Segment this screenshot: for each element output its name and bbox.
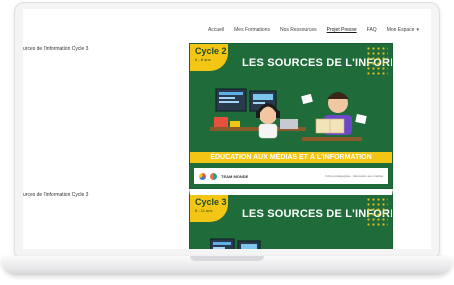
card-banner: ÉDUCATION AUX MÉDIAS ET À L'INFORMATION <box>190 152 392 163</box>
nav-item-projet-presse[interactable]: Projet Presse <box>327 27 357 33</box>
laptop-base <box>2 256 452 275</box>
cycle-badge: Cycle 3 8 - 11 ans <box>190 195 228 222</box>
chevron-down-icon: ▾ <box>416 27 419 33</box>
resource-card[interactable]: Cycle 2 6 - 8 ans LES SOURCES DE L'INFOR… <box>189 43 393 189</box>
section-title[interactable]: urces de l'information Cycle 3 <box>23 192 88 198</box>
partner-logo-icon <box>199 172 206 180</box>
card-footer: TEAM MONDE Fiche pédagogique · Éducation… <box>194 168 388 184</box>
laptop-screen: Accueil Mes Formations Nos Ressources Pr… <box>23 9 431 249</box>
nav-item-accueil[interactable]: Accueil <box>208 27 224 33</box>
confetti-decoration <box>366 197 388 227</box>
footer-note: Fiche pédagogique · Éducation aux médias <box>325 174 383 178</box>
cycle-ages: 6 - 8 ans <box>195 57 211 62</box>
section-title[interactable]: urces de l'information Cycle 3 <box>23 46 88 52</box>
cycle-label: Cycle 3 <box>195 197 227 207</box>
nav-item-mes-formations[interactable]: Mes Formations <box>234 27 270 33</box>
nav-item-mon-espace-label: Mon Espace <box>386 27 415 33</box>
laptop-notch <box>190 256 264 261</box>
nav-item-nos-ressources[interactable]: Nos Ressources <box>280 27 317 33</box>
monitors-illustration <box>210 238 261 249</box>
confetti-decoration <box>366 46 388 76</box>
nav-item-faq[interactable]: FAQ <box>367 27 377 33</box>
nav-item-mon-espace[interactable]: Mon Espace ▾ <box>387 27 419 33</box>
resource-card[interactable]: Cycle 3 8 - 11 ans LES SOURCES DE L'INFO… <box>189 189 393 249</box>
cycle-label: Cycle 2 <box>195 46 227 56</box>
cycle-badge: Cycle 2 6 - 8 ans <box>190 44 228 71</box>
footer-team-name: TEAM MONDE <box>221 173 249 179</box>
team-logo-icon <box>210 172 217 180</box>
cycle-ages: 8 - 11 ans <box>195 208 213 213</box>
media-education-illustration <box>210 88 367 141</box>
